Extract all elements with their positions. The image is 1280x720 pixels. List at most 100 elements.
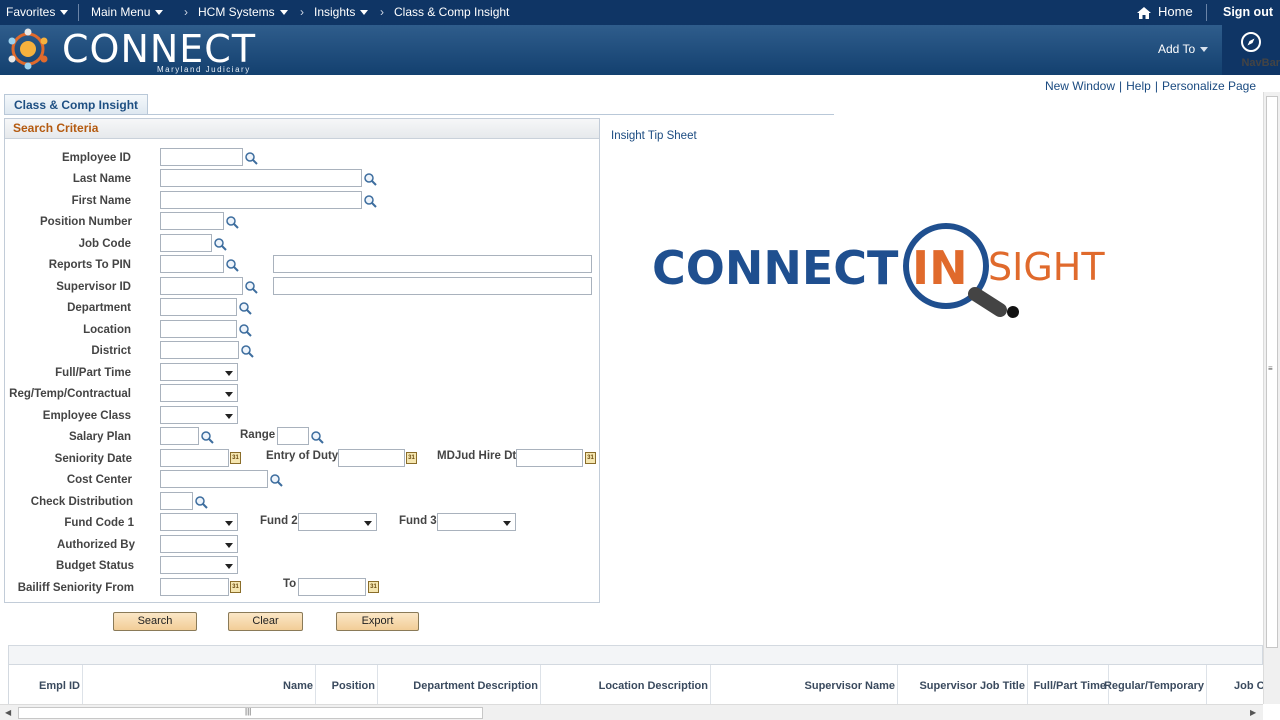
employee-id-input[interactable]	[160, 148, 243, 166]
district-input[interactable]	[160, 341, 239, 359]
location-label: Location	[83, 324, 131, 336]
authorized-by-select[interactable]	[160, 535, 238, 553]
last-name-input[interactable]	[160, 169, 362, 187]
breadcrumb-label: Insights	[314, 5, 356, 19]
new-window-link[interactable]: New Window	[1045, 79, 1115, 93]
reports-to-pin-label: Reports To PIN	[48, 259, 131, 271]
job-code-label: Job Code	[78, 238, 131, 250]
column-header-location-description[interactable]: Location Description	[541, 665, 711, 705]
reg-temp-contractual-select[interactable]	[160, 384, 238, 402]
chevron-right-icon: ›	[380, 5, 384, 19]
reports-to-name-field	[273, 255, 592, 273]
vertical-scrollbar[interactable]: ≡	[1263, 92, 1280, 704]
clear-button[interactable]: Clear	[228, 612, 303, 631]
home-icon	[1137, 6, 1151, 19]
cost-center-input[interactable]	[160, 470, 268, 488]
full-part-time-select[interactable]	[160, 363, 238, 381]
horizontal-scrollbar[interactable]: ◀ ||| ▶	[0, 704, 1263, 720]
employee-class-select[interactable]	[160, 406, 238, 424]
supervisor-id-input[interactable]	[160, 277, 243, 295]
column-header-position[interactable]: Position	[316, 665, 378, 705]
check-distribution-input[interactable]	[160, 492, 193, 510]
lookup-icon[interactable]	[269, 473, 283, 487]
lookup-icon[interactable]	[225, 258, 239, 272]
divider	[78, 4, 79, 21]
range-label: Range	[240, 429, 276, 441]
add-to-label: Add To	[1158, 42, 1196, 56]
connect-logo-icon	[8, 28, 48, 70]
entry-of-duty-input[interactable]	[338, 449, 405, 467]
grip-icon: ≡	[1268, 364, 1273, 373]
fund-code-1-select[interactable]	[160, 513, 238, 531]
breadcrumb-insights[interactable]: › Insights	[300, 0, 369, 25]
column-header-full-part-time[interactable]: Full/Part Time	[1028, 665, 1109, 705]
header-banner: CONNECT Maryland Judiciary Add To NavBar	[0, 25, 1280, 75]
main-menu[interactable]: Main Menu	[91, 0, 164, 25]
lookup-icon[interactable]	[213, 237, 227, 251]
column-header-supervisor-name[interactable]: Supervisor Name	[711, 665, 898, 705]
position-number-input[interactable]	[160, 212, 224, 230]
column-header-job-code[interactable]: Job C	[1207, 665, 1264, 705]
scroll-left-icon[interactable]: ◀	[5, 708, 11, 717]
bailiff-seniority-to-input[interactable]	[298, 578, 366, 596]
favorites-label: Favorites	[6, 5, 56, 19]
calendar-icon[interactable]: 31	[585, 452, 596, 464]
seniority-date-input[interactable]	[160, 449, 229, 467]
grip-icon: |||	[245, 707, 252, 716]
connect-insight-logo: CONNECT IN SIGHT	[652, 223, 1105, 318]
lookup-icon[interactable]	[244, 280, 258, 294]
lookup-icon[interactable]	[240, 344, 254, 358]
reports-to-pin-input[interactable]	[160, 255, 224, 273]
calendar-icon[interactable]: 31	[230, 581, 241, 593]
column-header-regular-temporary[interactable]: Regular/Temporary	[1104, 665, 1207, 705]
export-button[interactable]: Export	[336, 612, 419, 631]
lookup-icon[interactable]	[363, 172, 377, 186]
divider: |	[1154, 79, 1158, 93]
bailiff-seniority-from-input[interactable]	[160, 578, 229, 596]
lookup-icon[interactable]	[244, 151, 258, 165]
job-code-input[interactable]	[160, 234, 212, 252]
search-button[interactable]: Search	[113, 612, 197, 631]
home-link[interactable]: Home	[1136, 0, 1193, 25]
mdjud-hire-dt-input[interactable]	[516, 449, 583, 467]
lookup-icon[interactable]	[238, 323, 252, 337]
column-header-name[interactable]: Name	[83, 665, 316, 705]
department-label: Department	[67, 302, 131, 314]
breadcrumb-hcm-systems[interactable]: › HCM Systems	[184, 0, 288, 25]
column-header-supervisor-job-title[interactable]: Supervisor Job Title	[898, 665, 1028, 705]
lookup-icon[interactable]	[363, 194, 377, 208]
fund-3-select[interactable]	[437, 513, 516, 531]
fund-2-select[interactable]	[298, 513, 377, 531]
page-links: New Window | Help | Personalize Page	[1045, 79, 1256, 93]
help-link[interactable]: Help	[1126, 79, 1151, 93]
budget-status-select[interactable]	[160, 556, 238, 574]
calendar-icon[interactable]: 31	[230, 452, 241, 464]
range-input[interactable]	[277, 427, 309, 445]
add-to-menu[interactable]: Add To	[1158, 42, 1209, 56]
chevron-right-icon: ›	[300, 5, 304, 19]
location-input[interactable]	[160, 320, 237, 338]
scroll-right-icon[interactable]: ▶	[1250, 708, 1256, 717]
column-header-department-description[interactable]: Department Description	[378, 665, 541, 705]
lookup-icon[interactable]	[200, 430, 214, 444]
supervisor-id-label: Supervisor ID	[56, 281, 131, 293]
lookup-icon[interactable]	[194, 495, 208, 509]
lookup-icon[interactable]	[310, 430, 324, 444]
favorites-menu[interactable]: Favorites	[6, 0, 69, 25]
calendar-icon[interactable]: 31	[368, 581, 379, 593]
sign-out-link[interactable]: Sign out	[1223, 0, 1273, 25]
chevron-down-icon	[1200, 47, 1209, 53]
column-header-empl-id[interactable]: Empl ID	[9, 665, 83, 705]
department-input[interactable]	[160, 298, 237, 316]
logo-connect-text: CONNECT	[652, 241, 899, 295]
compass-icon	[1241, 32, 1261, 52]
first-name-input[interactable]	[160, 191, 362, 209]
calendar-icon[interactable]: 31	[406, 452, 417, 464]
personalize-page-link[interactable]: Personalize Page	[1162, 79, 1256, 93]
lookup-icon[interactable]	[225, 215, 239, 229]
tab-class-comp-insight[interactable]: Class & Comp Insight	[4, 94, 149, 115]
lookup-icon[interactable]	[238, 301, 252, 315]
salary-plan-input[interactable]	[160, 427, 199, 445]
insight-tip-sheet-link[interactable]: Insight Tip Sheet	[611, 130, 697, 142]
navbar-button[interactable]: NavBar	[1222, 25, 1280, 75]
